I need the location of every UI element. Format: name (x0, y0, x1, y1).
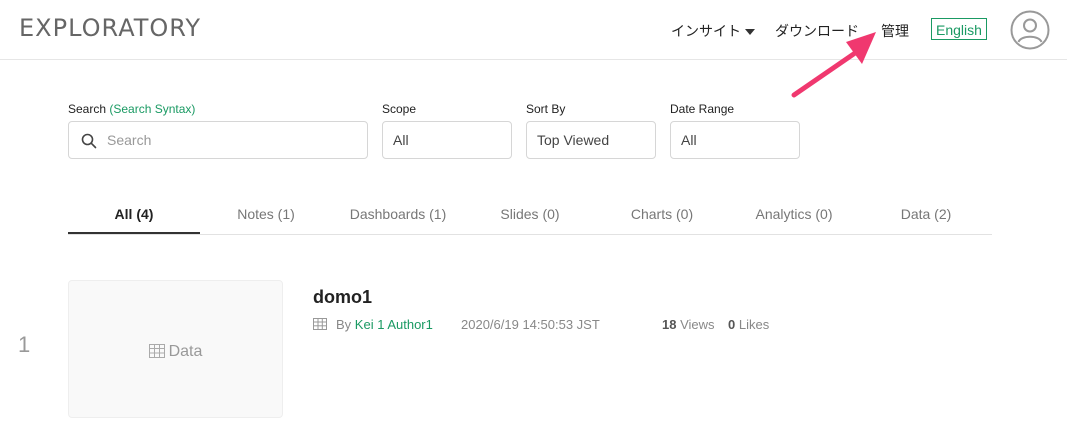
thumbnail-label-text: Data (168, 343, 203, 360)
tab-notes[interactable]: Notes (1) (200, 196, 332, 234)
result-thumbnail[interactable]: Data (68, 280, 283, 418)
result-timestamp: 2020/6/19 14:50:53 JST (461, 317, 600, 332)
search-label: Search (Search Syntax) (68, 102, 195, 116)
date-range-select[interactable]: All (670, 121, 800, 159)
caret-down-icon (745, 29, 755, 35)
search-label-text: Search (68, 102, 107, 116)
search-syntax-link[interactable]: (Search Syntax) (109, 102, 195, 116)
views-count: 18 (662, 317, 677, 332)
tab-charts[interactable]: Charts (0) (596, 196, 728, 234)
sort-by-label: Sort By (526, 102, 566, 116)
likes-label: Likes (738, 317, 770, 332)
author-link[interactable]: Kei 1 Author1 (355, 317, 433, 332)
result-views: 18 Views (662, 317, 715, 332)
nav-insight-menu[interactable]: インサイト (671, 21, 755, 41)
search-icon (81, 133, 97, 149)
language-toggle-button[interactable]: English (931, 18, 987, 40)
nav-insight-label: インサイト (671, 24, 741, 40)
by-label: By (336, 317, 352, 332)
user-avatar-icon[interactable] (1010, 10, 1050, 50)
sort-by-select[interactable]: Top Viewed (526, 121, 656, 159)
annotation-arrow-icon (791, 32, 876, 98)
tab-all[interactable]: All (4) (68, 196, 200, 234)
likes-count: 0 (728, 317, 736, 332)
tab-slides[interactable]: Slides (0) (464, 196, 596, 234)
date-range-label: Date Range (670, 102, 735, 116)
result-title[interactable]: domo1 (313, 287, 372, 308)
search-placeholder: Search (107, 132, 152, 148)
result-rank: 1 (18, 332, 31, 357)
top-header: EXPLORATORY インサイト ダウンロード 管理 English (0, 0, 1067, 60)
thumbnail-label: Data (69, 343, 282, 361)
tab-analytics[interactable]: Analytics (0) (728, 196, 860, 234)
table-icon (148, 344, 165, 358)
tab-data[interactable]: Data (2) (860, 196, 992, 234)
result-author-line: By Kei 1 Author1 (336, 317, 433, 332)
views-label: Views (680, 317, 715, 332)
scope-label: Scope (382, 102, 417, 116)
content-type-tabs: All (4) Notes (1) Dashboards (1) Slides … (68, 196, 992, 235)
tab-dashboards[interactable]: Dashboards (1) (332, 196, 464, 234)
scope-select[interactable]: All (382, 121, 512, 159)
table-icon (313, 318, 327, 330)
app-logo[interactable]: EXPLORATORY (19, 14, 201, 42)
result-likes: 0 Likes (728, 317, 769, 332)
search-input[interactable]: Search (68, 121, 368, 159)
